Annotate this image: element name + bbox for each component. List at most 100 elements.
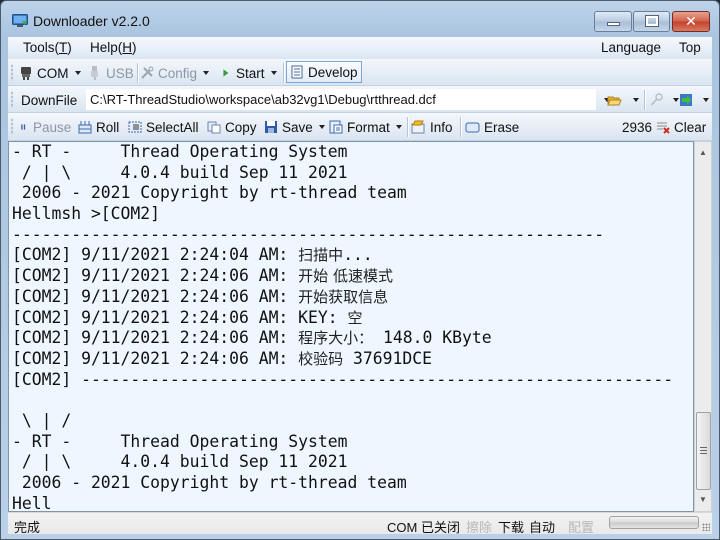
pause-button[interactable]: Pause: [20, 118, 71, 136]
toolbar-grip[interactable]: [11, 64, 13, 81]
close-button[interactable]: ✕: [672, 11, 710, 32]
minimize-icon: [607, 22, 620, 26]
terminal-line: ----------------------------------------…: [12, 225, 673, 246]
status-auto[interactable]: 自动: [529, 517, 555, 536]
chevron-down-icon[interactable]: [703, 98, 709, 102]
menu-help[interactable]: Help(H): [90, 40, 137, 55]
erase-button[interactable]: Erase: [464, 118, 519, 136]
toolbar-separator: [283, 63, 284, 83]
menu-language[interactable]: Language: [601, 40, 661, 55]
info-button[interactable]: Info: [410, 118, 453, 136]
terminal-lines: - RT - Thread Operating System / | \ 4.0…: [12, 142, 674, 512]
status-download[interactable]: 下载: [498, 517, 524, 536]
terminal-line-cjk: 校验码: [298, 349, 344, 368]
status-config[interactable]: 配置: [568, 517, 594, 536]
byte-counter: 2936: [622, 119, 653, 135]
status-text: 完成: [14, 520, 41, 535]
monitor-download-icon: [12, 14, 28, 27]
maximize-button[interactable]: [633, 11, 670, 32]
chevron-down-icon[interactable]: [395, 125, 402, 129]
terminal-line: Hell: [12, 493, 673, 512]
terminal-line: / | \ 4.0.4 build Sep 11 2021: [12, 163, 673, 184]
terminal-line-text: [COM2] ---------------------------------…: [12, 369, 674, 389]
terminal-line-prefix: [COM2] 9/11/2021 2:24:06 AM:: [12, 348, 299, 368]
menu-tools[interactable]: Tools(T): [23, 40, 72, 55]
vertical-scrollbar[interactable]: ▲ ▼: [694, 141, 712, 512]
terminal-line: [COM2] 9/11/2021 2:24:06 AM: KEY: 空: [12, 308, 673, 329]
format-button[interactable]: Format: [329, 118, 402, 136]
file-path-combobox[interactable]: C:\RT-ThreadStudio\workspace\ab32vg1\Deb…: [86, 89, 596, 110]
chevron-down-icon[interactable]: [633, 98, 639, 102]
folder-open-icon: [607, 96, 622, 106]
toolbar-separator: [460, 117, 461, 137]
terminal-line: \ | /: [12, 411, 673, 432]
usb-button[interactable]: USB: [88, 64, 134, 82]
serial-port-icon: [21, 67, 31, 80]
terminal-line-text: \ | /: [12, 410, 72, 430]
progress-bar: [609, 516, 699, 529]
status-erase[interactable]: 擦除: [466, 517, 492, 536]
toolbar-separator: [137, 63, 138, 83]
menu-bar: Tools(T) Help(H) Language Top: [8, 37, 712, 59]
start-button[interactable]: Start: [222, 64, 277, 82]
minimize-button[interactable]: [594, 11, 632, 32]
resize-grip-icon[interactable]: [702, 523, 710, 531]
terminal-line-text: Hell: [12, 493, 52, 512]
title-bar[interactable]: Downloader v2.2.0 ✕: [1, 1, 719, 37]
import-button[interactable]: [679, 91, 709, 109]
scroll-down-arrow-icon[interactable]: ▼: [695, 492, 711, 508]
floppy-disk-icon: [265, 121, 277, 133]
terminal-line: [COM2] 9/11/2021 2:24:06 AM: 开始 低速模式: [12, 266, 673, 287]
select-all-button[interactable]: SelectAll: [128, 118, 199, 136]
import-arrow-icon: [680, 94, 692, 106]
scroll-up-arrow-icon[interactable]: ▲: [695, 145, 711, 161]
erase-icon: [465, 122, 480, 133]
key-button[interactable]: [649, 91, 679, 109]
terminal-line-text: Hellmsh >[COM2]: [12, 204, 161, 224]
save-button[interactable]: Save: [264, 118, 325, 136]
scroll-thumb[interactable]: [696, 412, 711, 490]
terminal-line: [COM2] 9/11/2021 2:24:06 AM: 开始获取信息: [12, 287, 673, 308]
toolbar-separator: [644, 90, 645, 110]
develop-button[interactable]: Develop: [286, 61, 362, 83]
terminal-line-text: ----------------------------------------…: [12, 224, 605, 244]
toolbar-grip[interactable]: [11, 91, 13, 108]
key-icon: [650, 93, 663, 106]
scroll-lock-icon: [78, 121, 92, 134]
chevron-down-icon[interactable]: [270, 71, 277, 75]
menu-top[interactable]: Top: [679, 40, 701, 55]
terminal-line: [COM2] 9/11/2021 2:24:06 AM: 程序大小： 148.0…: [12, 328, 673, 349]
terminal-line: 2006 - 2021 Copyright by rt-thread team: [12, 473, 673, 494]
toolbar-grip[interactable]: [11, 118, 13, 135]
terminal-line-prefix: [COM2] 9/11/2021 2:24:06 AM:: [12, 286, 299, 306]
copy-button[interactable]: Copy: [207, 118, 257, 136]
clear-icon: [657, 122, 670, 134]
usb-icon: [91, 66, 98, 80]
terminal-line-cjk: 程序大小：: [298, 329, 374, 348]
downloader-window: Downloader v2.2.0 ✕ Tools(T) Help(H) Lan…: [0, 0, 720, 540]
copy-icon: [207, 121, 221, 134]
config-button[interactable]: Config: [140, 64, 210, 82]
terminal-line-cjk: 开始获取信息: [298, 287, 389, 306]
terminal-line-text: - RT - Thread Operating System: [12, 431, 348, 451]
terminal-line-cjk: 扫描中: [298, 246, 344, 265]
com-button[interactable]: COM: [19, 64, 81, 82]
maximize-icon: [645, 15, 659, 27]
chevron-down-icon[interactable]: [203, 71, 210, 75]
downfile-label: DownFile: [21, 92, 78, 108]
terminal-output[interactable]: - RT - Thread Operating System / | \ 4.0…: [8, 141, 694, 512]
clear-button[interactable]: Clear: [656, 118, 706, 136]
chevron-down-icon[interactable]: [74, 71, 81, 75]
open-file-button[interactable]: [605, 91, 639, 109]
main-toolbar: COM USB Config Start Develop: [8, 59, 712, 86]
chevron-down-icon[interactable]: [318, 125, 325, 129]
terminal-line: / | \ 4.0.4 build Sep 11 2021: [12, 452, 673, 473]
terminal-line-prefix: [COM2] 9/11/2021 2:24:06 AM: KEY:: [12, 307, 348, 327]
window-title: Downloader v2.2.0: [33, 13, 150, 29]
terminal-line: [COM2] 9/11/2021 2:24:04 AM: 扫描中...: [12, 245, 673, 266]
terminal-line-text: 2006 - 2021 Copyright by rt-thread team: [12, 183, 407, 203]
roll-button[interactable]: Roll: [78, 118, 119, 136]
terminal-line: - RT - Thread Operating System: [12, 432, 673, 453]
terminal-line-prefix: [COM2] 9/11/2021 2:24:04 AM:: [12, 245, 299, 265]
